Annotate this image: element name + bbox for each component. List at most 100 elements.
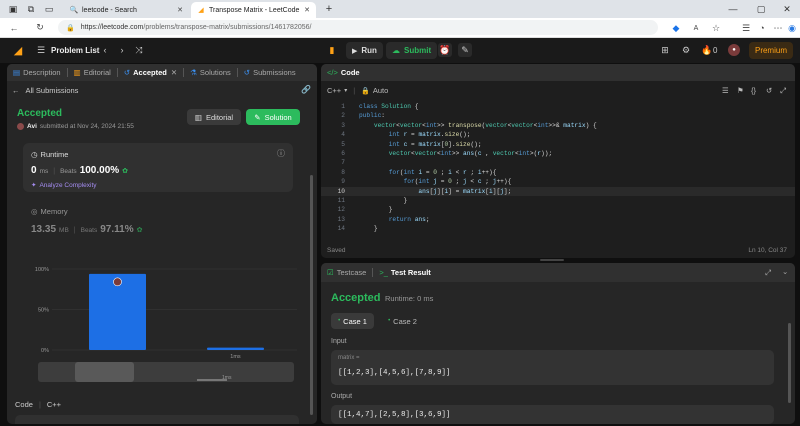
notes-icon[interactable]: ✎ [458, 43, 472, 57]
code-text: } [359, 225, 378, 233]
reset-icon[interactable]: ↺ [766, 86, 772, 95]
bookmark-icon[interactable]: ⚑ [737, 86, 744, 95]
minimize-icon[interactable]: — [724, 0, 742, 18]
code-line[interactable]: 10 ans[j][i] = matrix[i][j]; [321, 186, 795, 196]
solution-button[interactable]: ✎ Solution [246, 109, 300, 125]
code-section-header: Code | C++ [15, 400, 62, 409]
leetcode-logo-icon[interactable]: ◢ [12, 44, 24, 57]
code-line[interactable]: 12 } [321, 205, 795, 214]
tab-accepted[interactable]: ↺ Accepted ✕ [120, 68, 181, 77]
extension-icon[interactable]: ◆ [668, 20, 684, 36]
code-area[interactable]: 1 class Solution {2 public: 3 vector<vector… [321, 102, 795, 234]
url-path: /problems/transpose-matrix/submissions/1… [143, 24, 312, 31]
code-line[interactable]: 3 vector<vector<int>> transpose(vector<v… [321, 121, 795, 130]
tab-solutions[interactable]: ⚗ Solutions [186, 68, 235, 77]
problem-list-link[interactable]: Problem List [51, 46, 99, 55]
browser-tab-leetcode[interactable]: ◢ Transpose Matrix - LeetCode ✕ [191, 2, 316, 18]
read-aloud-icon[interactable]: A [688, 20, 704, 36]
code-line[interactable]: 5 int c = matrix[0].size(); [321, 140, 795, 149]
format-icon[interactable]: ☰ [722, 86, 729, 95]
url-field[interactable]: 🔒 https://leetcode.com/problems/transpos… [58, 20, 658, 35]
auto-mode-toggle[interactable]: 🔒 Auto [361, 86, 388, 95]
timer-icon[interactable]: ⏰ [438, 43, 452, 57]
tab-editorial[interactable]: ▥ Editorial [70, 68, 115, 77]
line-number: 8 [341, 168, 345, 176]
tab-actions-icon[interactable]: ▭ [40, 0, 58, 18]
avatar [17, 123, 24, 130]
case-1-button[interactable]: • Case 1 [331, 313, 374, 329]
submitter-name[interactable]: Avi [27, 123, 37, 130]
avatar[interactable]: ● [728, 44, 740, 56]
code-line[interactable]: 9 for(int j = 0 ; j < c ; j++){ [321, 177, 795, 186]
profile-icon[interactable]: ◔ [754, 20, 770, 36]
runtime-card[interactable]: ◷ Runtime ⓘ 0 ms | Beats 100.00% ✿ ✦ Ana… [23, 143, 293, 192]
tab-testcase[interactable]: ☑ Testcase [321, 268, 370, 277]
code-line[interactable]: 2 public: [321, 111, 795, 120]
debug-icon[interactable]: ▮ [327, 45, 337, 55]
layout-icon[interactable]: ⊞ [660, 45, 670, 55]
scrollbar[interactable] [310, 175, 313, 415]
streak-fire-icon[interactable]: 🔥 [701, 45, 712, 55]
memory-label[interactable]: ◎ Memory [31, 207, 68, 216]
settings-gear-icon[interactable]: ⚙ [681, 45, 691, 55]
tab-divider [372, 268, 374, 277]
line-number: 3 [341, 121, 345, 129]
range-selection[interactable] [75, 362, 134, 382]
collapse-panel-icon[interactable]: ⌄ [782, 267, 788, 276]
close-icon[interactable]: ✕ [177, 6, 183, 14]
refresh-icon[interactable]: ↻ [32, 20, 48, 36]
submit-button[interactable]: ☁ Submit [386, 42, 438, 59]
window-close-icon[interactable]: ✕ [778, 0, 796, 18]
tab-divider [236, 68, 238, 77]
editorial-button[interactable]: ▥ Editorial [187, 109, 241, 125]
beats-badge-icon: ✿ [136, 227, 143, 234]
premium-button[interactable]: Premium [749, 42, 793, 59]
distribution-bar[interactable] [207, 347, 264, 350]
tab-test-result[interactable]: >_ Test Result [375, 268, 434, 277]
maximize-icon[interactable]: ▢ [752, 0, 770, 18]
problem-list-icon[interactable]: ☰ [36, 45, 46, 55]
expand-icon[interactable]: ⤢ [780, 86, 786, 96]
close-icon[interactable]: ✕ [304, 6, 310, 14]
favorites-star-icon[interactable]: ☆ [708, 20, 724, 36]
code-line[interactable]: 4 int r = matrix.size(); [321, 130, 795, 139]
code-line[interactable]: 1 class Solution { [321, 102, 795, 111]
code-text: vector<vector<int>> transpose(vector<vec… [373, 121, 597, 129]
workspaces-icon[interactable]: ⧉ [22, 0, 40, 18]
case-2-button[interactable]: • Case 2 [381, 313, 424, 329]
new-tab-icon[interactable]: + [320, 0, 338, 18]
chart-range-slider[interactable]: 1ms [38, 362, 294, 382]
vertical-splitter[interactable] [318, 64, 320, 424]
prev-problem-icon[interactable]: ‹ [100, 45, 110, 55]
scrollbar[interactable] [788, 323, 791, 403]
maximize-panel-icon[interactable]: ⤢ [765, 268, 771, 278]
language-select[interactable]: C++ ▾ [327, 86, 347, 95]
run-button[interactable]: ▶ Run [346, 42, 383, 59]
edge-copilot-icon[interactable]: ◉ [784, 20, 800, 36]
braces-icon[interactable]: {} [751, 86, 756, 95]
horizontal-splitter[interactable] [540, 259, 564, 261]
code-line[interactable]: 7 [321, 158, 795, 167]
tab-divider [66, 68, 68, 77]
back-arrow-icon[interactable]: ← [6, 20, 22, 36]
tab-submissions[interactable]: ↺ Submissions [240, 68, 300, 77]
next-problem-icon[interactable]: › [117, 45, 127, 55]
code-line[interactable]: 14 } [321, 224, 795, 233]
shuffle-icon[interactable]: ⤨ [134, 45, 144, 55]
code-text: ans[j][i] = matrix[i][j]; [418, 187, 512, 195]
all-submissions-link[interactable]: ← All Submissions [12, 86, 78, 95]
browser-menu-icon[interactable]: ▣ [4, 0, 22, 18]
code-brackets-icon: </> [327, 68, 338, 77]
analyze-complexity-link[interactable]: ✦ Analyze Complexity [31, 181, 97, 190]
avatar[interactable] [113, 277, 122, 287]
info-icon[interactable]: ⓘ [277, 148, 285, 159]
code-line[interactable]: 13 return ans; [321, 215, 795, 224]
code-line[interactable]: 11 } [321, 196, 795, 205]
favorites-bar-icon[interactable]: ☰ [738, 20, 754, 36]
code-line[interactable]: 6 vector<vector<int>> ans(c , vector<int… [321, 149, 795, 158]
share-link-icon[interactable]: 🔗 [301, 85, 311, 94]
code-line[interactable]: 8 for(int i = 0 ; i < r ; i++){ [321, 168, 795, 177]
close-icon[interactable]: ✕ [171, 68, 177, 77]
tab-description[interactable]: ▤ Description [7, 68, 65, 77]
browser-tab-search[interactable]: 🔍 leetcode - Search ✕ [64, 2, 189, 18]
